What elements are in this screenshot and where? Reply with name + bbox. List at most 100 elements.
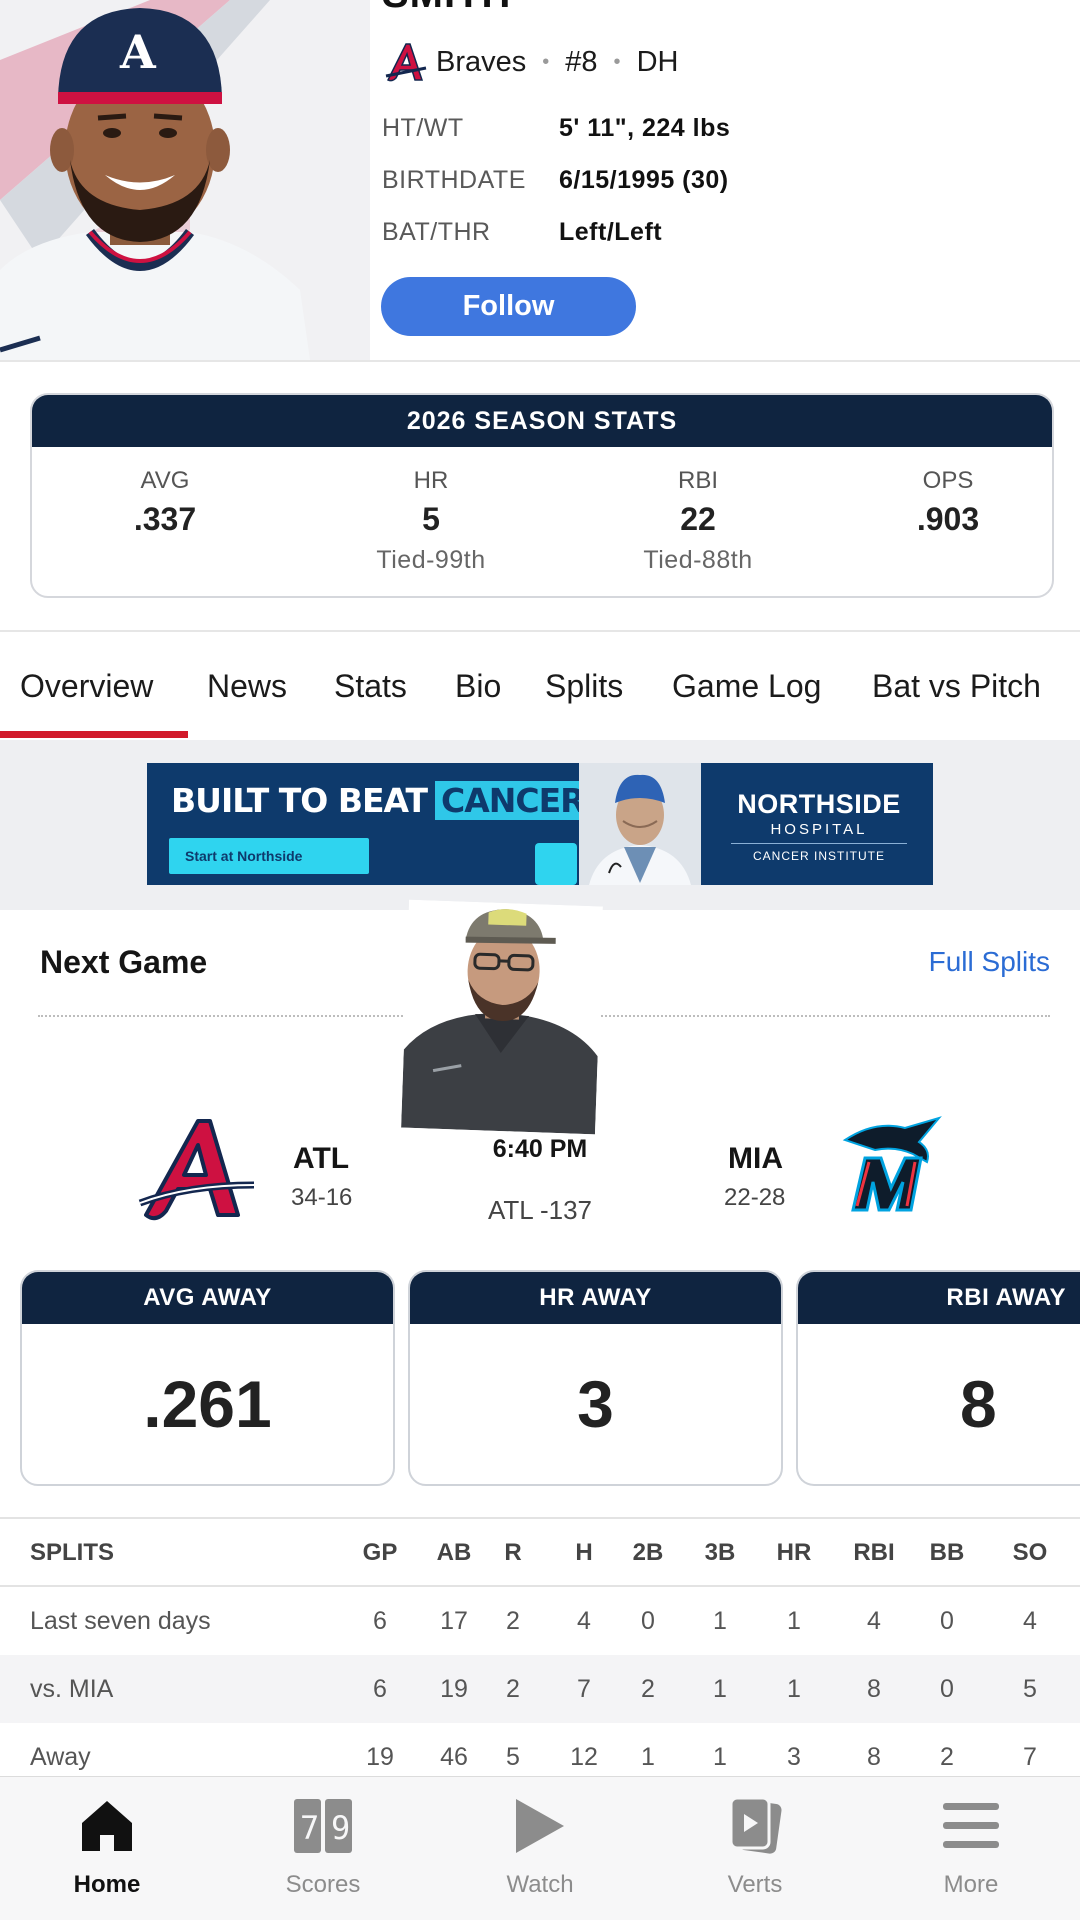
separator-dot: • bbox=[613, 50, 621, 73]
nav-scores[interactable]: 79 Scores bbox=[243, 1795, 403, 1899]
stat-value: 5 bbox=[422, 501, 440, 537]
table-cell: 5 bbox=[1023, 1675, 1037, 1703]
stat-value: .903 bbox=[916, 501, 980, 537]
stat-rank: Tied-99th bbox=[376, 546, 486, 574]
away-team-abbr: MIA bbox=[728, 1142, 783, 1175]
table-cell: 0 bbox=[940, 1675, 954, 1703]
bio-label: HT/WT bbox=[382, 114, 464, 142]
ad-headline-text: BUILT TO BEAT bbox=[171, 781, 428, 820]
bio-row-bat-throw: BAT/THR Left/Left bbox=[382, 218, 662, 247]
team-line: Braves • #8 • DH bbox=[382, 38, 678, 86]
bio-value: 5' 11", 224 lbs bbox=[559, 114, 731, 142]
table-cell: 6 bbox=[373, 1675, 387, 1703]
svg-text:A: A bbox=[119, 25, 157, 79]
nav-label: Scores bbox=[285, 1871, 361, 1898]
season-stats-card: 2026 SEASON STATS AVG .337 HR 5 Tied-99t… bbox=[30, 393, 1054, 598]
column-header: GP bbox=[362, 1539, 398, 1566]
webcam-overlay bbox=[401, 899, 603, 1135]
bio-row-birthdate: BIRTHDATE 6/15/1995 (30) bbox=[382, 166, 729, 195]
player-headshot: A bbox=[0, 0, 370, 360]
hr-away-tile[interactable]: HR AWAY 3 bbox=[408, 1270, 783, 1486]
home-team-record: 34-16 bbox=[291, 1184, 353, 1211]
tab-bio[interactable]: Bio bbox=[455, 668, 501, 705]
bio-value: Left/Left bbox=[559, 218, 663, 246]
nav-label: Verts bbox=[727, 1871, 783, 1898]
player-tabs: Overview News Stats Bio Splits Game Log … bbox=[0, 630, 1080, 740]
column-header: HR bbox=[776, 1539, 812, 1566]
follow-button[interactable]: Follow bbox=[381, 277, 636, 336]
play-icon bbox=[460, 1795, 620, 1857]
table-cell: 6 bbox=[373, 1607, 387, 1635]
ad-brand-institute: CANCER INSTITUTE bbox=[752, 849, 885, 863]
advertisement-banner[interactable]: BUILT TO BEAT CANCER Start at Northside … bbox=[147, 763, 933, 885]
rbi-away-tile[interactable]: RBI AWAY 8 bbox=[796, 1270, 1080, 1486]
table-cell: 0 bbox=[940, 1607, 954, 1635]
atl-team-logo-icon[interactable] bbox=[138, 1115, 256, 1225]
split-name: vs. MIA bbox=[30, 1675, 114, 1703]
player-position: DH bbox=[636, 45, 679, 78]
scoreboard-icon: 79 bbox=[243, 1795, 403, 1857]
tab-news[interactable]: News bbox=[207, 668, 287, 705]
table-cell: 8 bbox=[867, 1675, 881, 1703]
braves-logo-icon bbox=[385, 43, 427, 82]
table-row: vs. MIA 6 19 2 7 2 1 1 8 0 5 bbox=[0, 1655, 1080, 1723]
column-header: R bbox=[504, 1539, 522, 1566]
game-time: 6:40 PM bbox=[492, 1135, 588, 1163]
player-name: SMITH bbox=[382, 0, 511, 17]
table-cell: 1 bbox=[713, 1675, 727, 1703]
stat-label: RBI bbox=[677, 467, 718, 494]
stat-value: .337 bbox=[133, 501, 197, 537]
game-odds: ATL -137 bbox=[487, 1195, 593, 1225]
table-cell: 2 bbox=[641, 1675, 655, 1703]
tab-stats[interactable]: Stats bbox=[334, 668, 407, 705]
separator-dot: • bbox=[542, 50, 550, 73]
ad-brand-name: NORTHSIDE bbox=[737, 789, 901, 819]
nav-watch[interactable]: Watch bbox=[460, 1795, 620, 1899]
stat-avg: AVG .337 bbox=[32, 467, 298, 538]
table-cell: 2 bbox=[506, 1675, 520, 1703]
active-tab-indicator bbox=[0, 731, 188, 738]
table-row: Last seven days 6 17 2 4 0 1 1 4 0 4 bbox=[0, 1587, 1080, 1655]
tab-splits[interactable]: Splits bbox=[545, 668, 623, 705]
stat-label: HR bbox=[413, 467, 449, 494]
nav-more[interactable]: More bbox=[891, 1795, 1051, 1899]
stat-rbi: RBI 22 Tied-88th bbox=[565, 467, 831, 575]
split-name: Last seven days bbox=[30, 1607, 211, 1635]
table-cell: 4 bbox=[867, 1607, 881, 1635]
table-cell: 2 bbox=[506, 1607, 520, 1635]
team-name[interactable]: Braves bbox=[436, 46, 526, 79]
bio-value: 6/15/1995 (30) bbox=[559, 166, 729, 194]
nav-verts[interactable]: Verts bbox=[675, 1795, 835, 1899]
nav-label: Home bbox=[73, 1871, 141, 1898]
tile-value: 8 bbox=[960, 1367, 997, 1441]
nav-home[interactable]: Home bbox=[27, 1795, 187, 1899]
ad-cta-button[interactable]: Start at Northside bbox=[169, 838, 369, 874]
ad-brand-divider bbox=[731, 843, 907, 844]
tile-value: .261 bbox=[143, 1367, 272, 1441]
jersey-number: #8 bbox=[565, 45, 598, 78]
stat-ops: OPS .903 bbox=[815, 467, 1052, 538]
tab-game-log[interactable]: Game Log bbox=[672, 668, 821, 705]
tile-value: 3 bbox=[577, 1367, 614, 1441]
table-cell: 0 bbox=[641, 1607, 655, 1635]
tab-bat-vs-pitch[interactable]: Bat vs Pitch bbox=[872, 668, 1041, 705]
ad-brand-sub: HOSPITAL bbox=[770, 821, 868, 838]
ad-doctor-photo bbox=[579, 763, 701, 885]
full-splits-link[interactable]: Full Splits bbox=[929, 946, 1050, 978]
tab-overview[interactable]: Overview bbox=[20, 668, 153, 705]
next-game-title: Next Game bbox=[40, 944, 208, 980]
column-header: SPLITS bbox=[30, 1539, 115, 1566]
stat-rank: Tied-88th bbox=[643, 546, 753, 574]
stat-value: 22 bbox=[680, 501, 716, 537]
bio-label: BIRTHDATE bbox=[382, 166, 526, 194]
tile-label: AVG AWAY bbox=[22, 1272, 393, 1324]
tile-label: HR AWAY bbox=[410, 1272, 781, 1324]
mia-team-logo-icon[interactable] bbox=[835, 1110, 945, 1220]
away-team-record: 22-28 bbox=[724, 1184, 786, 1211]
svg-text:7: 7 bbox=[300, 1809, 319, 1847]
avg-away-tile[interactable]: AVG AWAY .261 bbox=[20, 1270, 395, 1486]
column-header: RBI bbox=[853, 1539, 895, 1566]
table-cell: 1 bbox=[713, 1607, 727, 1635]
bio-row-height-weight: HT/WT 5' 11", 224 lbs bbox=[382, 114, 730, 143]
column-header: SO bbox=[1012, 1539, 1048, 1566]
